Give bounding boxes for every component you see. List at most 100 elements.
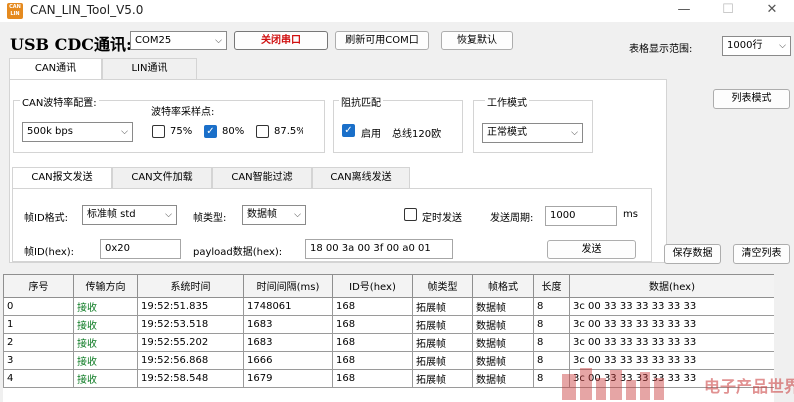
payload-input[interactable]: 18 00 3a 00 3f 00 a0 01	[305, 239, 453, 259]
cell-interval: 1748061	[243, 296, 333, 316]
payload-label: payload数据(hex):	[193, 247, 283, 258]
sample-87-checkbox[interactable]	[256, 125, 269, 138]
sample-point-title: 波特率采样点:	[151, 107, 215, 118]
cell-data: 3c 00 33 33 33 33 33 33	[569, 296, 774, 316]
cell-length: 8	[533, 314, 570, 334]
chevron-down-icon: ⌵	[571, 128, 578, 138]
cell-data: 3c 00 33 33 33 33 33 33	[569, 332, 774, 352]
column-header[interactable]: ID号(hex)	[332, 275, 413, 298]
cell-frame-type: 拓展帧	[412, 368, 473, 388]
cell-frame-type: 拓展帧	[412, 350, 473, 370]
save-data-button[interactable]: 保存数据	[664, 244, 721, 264]
baud-group-title: CAN波特率配置:	[20, 94, 99, 109]
sample-87-label: 87.5%	[274, 126, 303, 137]
table-header-row: 序号 传输方向 系统时间 时间间隔(ms) ID号(hex) 帧类型 帧格式 长…	[3, 275, 774, 298]
cell-frame-type: 拓展帧	[412, 332, 473, 352]
port-select[interactable]: COM25 ⌵	[130, 31, 227, 50]
cell-index: 3	[3, 350, 74, 370]
table-row[interactable]: 1 接收 19:52:53.518 1683 168 拓展帧 数据帧 8 3c …	[3, 314, 774, 334]
tab-can-offline[interactable]: CAN离线发送	[312, 167, 410, 189]
minimize-icon[interactable]: —	[662, 0, 706, 22]
column-header[interactable]: 序号	[3, 275, 74, 298]
cell-direction: 接收	[73, 314, 138, 334]
sample-75-checkbox[interactable]	[152, 125, 165, 138]
baud-select[interactable]: 500k bps ⌵	[22, 122, 133, 142]
frame-id-input[interactable]: 0x20	[100, 239, 181, 259]
id-format-select[interactable]: 标准帧 std ⌵	[82, 205, 177, 225]
sample-80-checkbox[interactable]: ✓	[204, 125, 217, 138]
cell-time: 19:52:51.835	[137, 296, 244, 316]
tab-can-file[interactable]: CAN文件加载	[112, 167, 212, 189]
cell-frame-type: 拓展帧	[412, 314, 473, 334]
sample-75-label: 75%	[170, 126, 193, 137]
column-header[interactable]: 时间间隔(ms)	[243, 275, 333, 298]
column-header[interactable]: 传输方向	[73, 275, 138, 298]
cell-frame-format: 数据帧	[472, 314, 534, 334]
clear-list-button[interactable]: 清空列表	[733, 244, 790, 264]
column-header[interactable]: 帧格式	[472, 275, 534, 298]
impedance-checkbox[interactable]: ✓	[342, 124, 355, 137]
cell-frame-format: 数据帧	[472, 368, 534, 388]
id-format-label: 帧ID格式:	[24, 213, 69, 224]
app-icon: CAN LIN	[7, 3, 23, 19]
cell-time: 19:52:53.518	[137, 314, 244, 334]
tab-can[interactable]: CAN通讯	[9, 58, 102, 80]
cell-index: 2	[3, 332, 74, 352]
frame-type-select[interactable]: 数据帧 ⌵	[242, 205, 306, 225]
refresh-com-button[interactable]: 刷新可用COM口	[335, 31, 429, 50]
tab-can-filter[interactable]: CAN智能过滤	[212, 167, 312, 189]
period-label: 发送周期:	[490, 213, 534, 224]
send-button[interactable]: 发送	[547, 240, 636, 259]
watermark-logo: 电子产品世界	[562, 368, 794, 400]
cell-direction: 接收	[73, 368, 138, 388]
impedance-bus-label: 总线120欧	[392, 129, 442, 140]
range-select[interactable]: 1000行 ⌵	[722, 36, 791, 56]
cell-direction: 接收	[73, 296, 138, 316]
cell-frame-format: 数据帧	[472, 296, 534, 316]
column-header[interactable]: 帧类型	[412, 275, 473, 298]
cell-frame-type: 拓展帧	[412, 296, 473, 316]
cell-length: 8	[533, 332, 570, 352]
close-window-icon[interactable]: ✕	[750, 0, 794, 22]
timed-send-checkbox[interactable]	[404, 208, 417, 221]
chevron-down-icon: ⌵	[779, 41, 786, 51]
period-input[interactable]: 1000	[545, 206, 617, 226]
period-unit: ms	[623, 209, 638, 220]
range-label: 表格显示范围:	[629, 44, 693, 55]
device-label: USB CDC通讯:	[10, 35, 132, 54]
work-mode-select[interactable]: 正常模式 ⌵	[482, 123, 583, 143]
tab-can-send[interactable]: CAN报文发送	[12, 167, 112, 189]
frame-id-label: 帧ID(hex):	[24, 247, 75, 258]
table-row[interactable]: 2 接收 19:52:55.202 1683 168 拓展帧 数据帧 8 3c …	[3, 332, 774, 352]
cell-id: 168	[332, 314, 413, 334]
restore-default-button[interactable]: 恢复默认	[441, 31, 513, 50]
window-title: CAN_LIN_Tool_V5.0	[30, 3, 144, 17]
cell-direction: 接收	[73, 350, 138, 370]
impedance-title: 阻抗匹配	[339, 94, 383, 109]
timed-send-label: 定时发送	[422, 213, 462, 224]
column-header[interactable]: 长度	[533, 275, 570, 298]
column-header[interactable]: 数据(hex)	[569, 275, 774, 298]
cell-id: 168	[332, 332, 413, 352]
cell-frame-format: 数据帧	[472, 350, 534, 370]
cell-direction: 接收	[73, 332, 138, 352]
maximize-icon[interactable]: ☐	[706, 0, 750, 22]
sample-80-label: 80%	[222, 126, 245, 137]
cell-id: 168	[332, 350, 413, 370]
cell-index: 4	[3, 368, 74, 388]
impedance-enable-label: 启用	[361, 129, 381, 140]
chevron-down-icon: ⌵	[294, 210, 301, 220]
chevron-down-icon: ⌵	[121, 127, 128, 137]
tab-lin[interactable]: LIN通讯	[102, 58, 197, 80]
list-mode-button[interactable]: 列表模式	[713, 89, 790, 109]
cell-time: 19:52:55.202	[137, 332, 244, 352]
cell-length: 8	[533, 296, 570, 316]
close-port-button[interactable]: 关闭串口	[234, 31, 328, 50]
watermark-text: 电子产品世界	[704, 377, 794, 396]
column-header[interactable]: 系统时间	[137, 275, 244, 298]
cell-id: 168	[332, 296, 413, 316]
cell-interval: 1683	[243, 314, 333, 334]
cell-time: 19:52:58.548	[137, 368, 244, 388]
table-row[interactable]: 0 接收 19:52:51.835 1748061 168 拓展帧 数据帧 8 …	[3, 296, 774, 316]
cell-id: 168	[332, 368, 413, 388]
